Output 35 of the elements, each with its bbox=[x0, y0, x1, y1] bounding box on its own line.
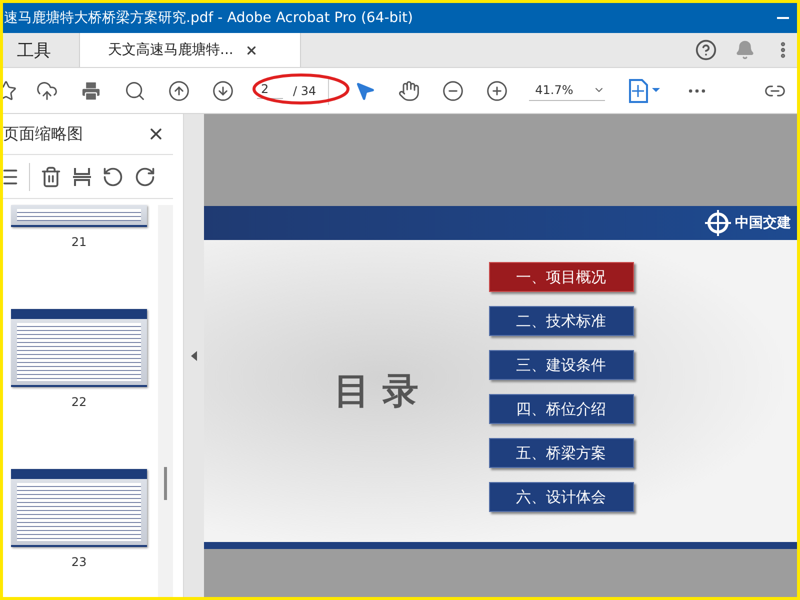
page-number: 22 bbox=[71, 395, 87, 409]
panel-title: 页面缩略图 bbox=[3, 124, 83, 144]
window-title: 速马鹿塘特大桥桥梁方案研究.pdf - Adobe Acrobat Pro (64-bit) bbox=[4, 9, 414, 27]
hand-icon[interactable] bbox=[398, 80, 420, 102]
page-total: / 34 bbox=[293, 84, 316, 98]
contents-item: 三、建设条件 bbox=[488, 350, 634, 380]
page-thumbnail[interactable] bbox=[11, 205, 147, 227]
contents-item: 五、桥梁方案 bbox=[488, 438, 634, 468]
contents-item: 一、项目概况 bbox=[488, 262, 634, 292]
help-icon[interactable] bbox=[695, 39, 717, 61]
page-number: 23 bbox=[71, 555, 87, 569]
zoom-out-icon[interactable] bbox=[442, 80, 464, 102]
logo-icon bbox=[705, 210, 731, 236]
cloud-upload-icon[interactable] bbox=[36, 80, 58, 102]
page-thumbnail[interactable] bbox=[11, 309, 147, 387]
page-number: 21 bbox=[71, 235, 87, 249]
page-number-field[interactable]: 2 bbox=[257, 82, 283, 99]
logo-text: 中国交建 bbox=[735, 214, 791, 232]
contents-item: 二、技术标准 bbox=[488, 306, 634, 336]
scrollbar[interactable] bbox=[158, 205, 173, 597]
close-icon[interactable] bbox=[245, 44, 258, 56]
collapse-icon[interactable] bbox=[191, 350, 197, 360]
contents-item: 四、桥位介绍 bbox=[488, 394, 634, 424]
search-icon[interactable] bbox=[124, 80, 146, 102]
trash-icon[interactable] bbox=[40, 166, 62, 188]
tab[interactable]: 天文高速马鹿塘特... bbox=[80, 33, 301, 67]
zoom-in-icon[interactable] bbox=[486, 80, 508, 102]
zoom-dropdown[interactable]: 41.7% bbox=[529, 80, 606, 100]
page-thumbnail[interactable] bbox=[11, 469, 147, 547]
rotate-right-icon[interactable] bbox=[134, 166, 156, 188]
print-icon[interactable] bbox=[80, 80, 102, 102]
fit-page-icon[interactable] bbox=[628, 78, 662, 102]
rotate-left-icon[interactable] bbox=[102, 166, 124, 188]
contents-item: 六、设计体会 bbox=[488, 482, 634, 512]
slide-heading: 目 录 bbox=[334, 370, 419, 414]
